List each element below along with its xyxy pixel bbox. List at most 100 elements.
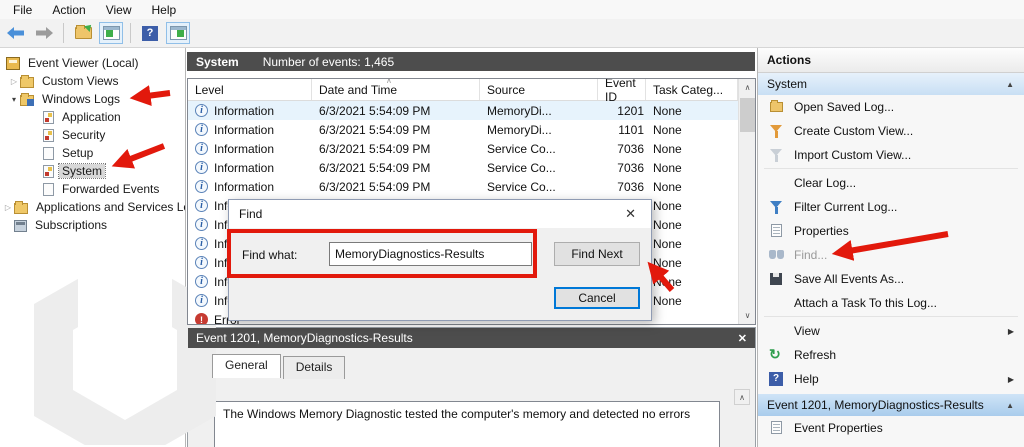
cell-category: None	[653, 160, 682, 175]
show-console-tree-button[interactable]	[99, 22, 123, 44]
information-icon: i	[195, 294, 208, 307]
event-properties-icon	[768, 420, 785, 436]
tab-general[interactable]: General	[212, 354, 281, 378]
expand-open-icon[interactable]: ▾	[8, 95, 20, 104]
cancel-button[interactable]: Cancel	[554, 287, 640, 309]
action-import-custom-view[interactable]: Import Custom View...	[758, 143, 1024, 167]
table-row[interactable]: i Information 6/3/2021 5:54:09 PM MemoryD…	[188, 101, 755, 120]
find-next-button[interactable]: Find Next	[554, 242, 640, 266]
cell-datetime: 6/3/2021 5:54:09 PM	[319, 179, 431, 194]
action-filter-current-log[interactable]: Filter Current Log...	[758, 195, 1024, 219]
cell-level: Information	[214, 122, 275, 137]
cell-category: None	[653, 179, 682, 194]
expand-collapsed-icon[interactable]: ▷	[8, 77, 20, 86]
scroll-up-icon[interactable]: ∧	[739, 79, 755, 96]
menu-help[interactable]: Help	[143, 2, 186, 18]
action-find[interactable]: Find...	[758, 243, 1024, 267]
tree-item-application[interactable]: Application	[0, 108, 185, 126]
information-icon: i	[195, 161, 208, 174]
action-save-all-events[interactable]: Save All Events As...	[758, 267, 1024, 291]
tab-details[interactable]: Details	[282, 356, 346, 379]
table-row[interactable]: i Information 6/3/2021 5:54:09 PM Service…	[188, 139, 755, 158]
tree-item-label: Applications and Services Lo	[36, 200, 186, 214]
tree-item-applications-services[interactable]: ▷ Applications and Services Lo	[0, 198, 185, 216]
tree-item-security[interactable]: Security	[0, 126, 185, 144]
event-detail-header: Event 1201, MemoryDiagnostics-Results ✕	[188, 328, 755, 348]
collapse-icon[interactable]: ▲	[1006, 80, 1014, 89]
tree-item-subscriptions[interactable]: Subscriptions	[0, 216, 185, 234]
help-button[interactable]: ?	[138, 22, 162, 44]
tree-item-forwarded-events[interactable]: Forwarded Events	[0, 180, 185, 198]
clear-log-icon	[768, 176, 785, 191]
column-header-date[interactable]: Date and Time	[312, 79, 480, 100]
find-what-input[interactable]	[329, 242, 532, 266]
cell-event-id: 1101	[618, 122, 644, 137]
submenu-arrow-icon: ▶	[1007, 326, 1014, 336]
scroll-down-icon[interactable]: ∨	[739, 307, 755, 324]
cell-source: MemoryDi...	[487, 122, 552, 137]
show-action-pane-button[interactable]	[166, 22, 190, 44]
column-header-event-id[interactable]: Event ID	[598, 79, 646, 104]
action-open-saved-log[interactable]: Open Saved Log...	[758, 95, 1024, 119]
menu-action[interactable]: Action	[43, 2, 94, 18]
system-log-icon	[43, 164, 54, 178]
expand-collapsed-icon[interactable]: ▷	[2, 203, 14, 212]
action-label: Attach a Task To this Log...	[794, 296, 937, 310]
column-header-source[interactable]: Source	[480, 79, 598, 100]
forward-button[interactable]	[32, 22, 56, 44]
actions-panel-title: Actions	[758, 48, 1024, 73]
scrollbar-thumb[interactable]	[740, 98, 755, 132]
find-dialog-title: Find	[239, 207, 263, 221]
action-label: Open Saved Log...	[794, 100, 895, 114]
action-view[interactable]: View ▶	[758, 319, 1024, 343]
action-label: Save All Events As...	[794, 272, 905, 286]
action-attach-task[interactable]: Attach a Task To this Log...	[758, 291, 1024, 315]
tree-root-event-viewer[interactable]: Event Viewer (Local)	[0, 54, 185, 72]
table-row[interactable]: i Information 6/3/2021 5:54:09 PM MemoryD…	[188, 120, 755, 139]
tree-item-custom-views[interactable]: ▷ Custom Views	[0, 72, 185, 90]
table-row[interactable]: i Information 6/3/2021 5:54:09 PM Service…	[188, 158, 755, 177]
event-count: Number of events: 1,465	[262, 54, 395, 69]
vertical-scrollbar[interactable]: ∧ ∨	[738, 79, 755, 324]
cell-category: None	[653, 236, 682, 251]
detail-tab-strip: General Details	[188, 348, 755, 379]
actions-section-event[interactable]: Event 1201, MemoryDiagnostics-Results ▲	[758, 394, 1024, 416]
close-icon[interactable]: ✕	[620, 206, 641, 222]
find-dialog: Find ✕ Find what: Find Next Cancel	[228, 199, 652, 321]
action-help[interactable]: ? Help ▶	[758, 367, 1024, 391]
table-header: ∧ Level Date and Time Source Event ID Ta…	[188, 79, 755, 104]
tree-item-label: Windows Logs	[42, 92, 121, 106]
detail-scroll-up-icon[interactable]: ∧	[734, 389, 750, 405]
action-label: Clear Log...	[794, 176, 857, 190]
separator	[764, 168, 1018, 170]
action-create-custom-view[interactable]: Create Custom View...	[758, 119, 1024, 143]
information-icon: i	[195, 123, 208, 136]
menu-view[interactable]: View	[97, 2, 141, 18]
open-saved-log-button[interactable]	[71, 22, 95, 44]
action-event-properties[interactable]: Event Properties	[758, 416, 1024, 440]
actions-panel: Actions System ▲ Open Saved Log... Creat…	[757, 48, 1024, 447]
table-row[interactable]: i Information 6/3/2021 5:54:09 PM Service…	[188, 177, 755, 196]
cell-source: Service Co...	[487, 179, 556, 194]
back-button[interactable]	[4, 22, 28, 44]
column-header-level[interactable]: Level	[188, 79, 312, 100]
information-icon: i	[195, 218, 208, 231]
tree-item-system[interactable]: System	[0, 162, 185, 180]
tree-item-windows-logs[interactable]: ▾ Windows Logs	[0, 90, 185, 108]
column-header-task-category[interactable]: Task Categ...	[646, 79, 738, 100]
action-properties[interactable]: Properties	[758, 219, 1024, 243]
find-dialog-titlebar[interactable]: Find ✕	[229, 200, 651, 228]
collapse-icon[interactable]: ▲	[1006, 401, 1014, 410]
action-clear-log[interactable]: Clear Log...	[758, 171, 1024, 195]
cell-category: None	[653, 141, 682, 156]
menu-file[interactable]: File	[4, 2, 41, 18]
properties-icon	[768, 223, 785, 239]
close-icon[interactable]: ✕	[738, 332, 747, 345]
menu-bar: File Action View Help	[0, 0, 1024, 19]
actions-section-system[interactable]: System ▲	[758, 73, 1024, 95]
create-custom-view-icon	[768, 124, 785, 139]
tree-item-setup[interactable]: Setup	[0, 144, 185, 162]
windows-logs-folder-icon	[20, 92, 34, 106]
show-action-pane-icon	[169, 26, 187, 40]
action-refresh[interactable]: ↻ Refresh	[758, 343, 1024, 367]
